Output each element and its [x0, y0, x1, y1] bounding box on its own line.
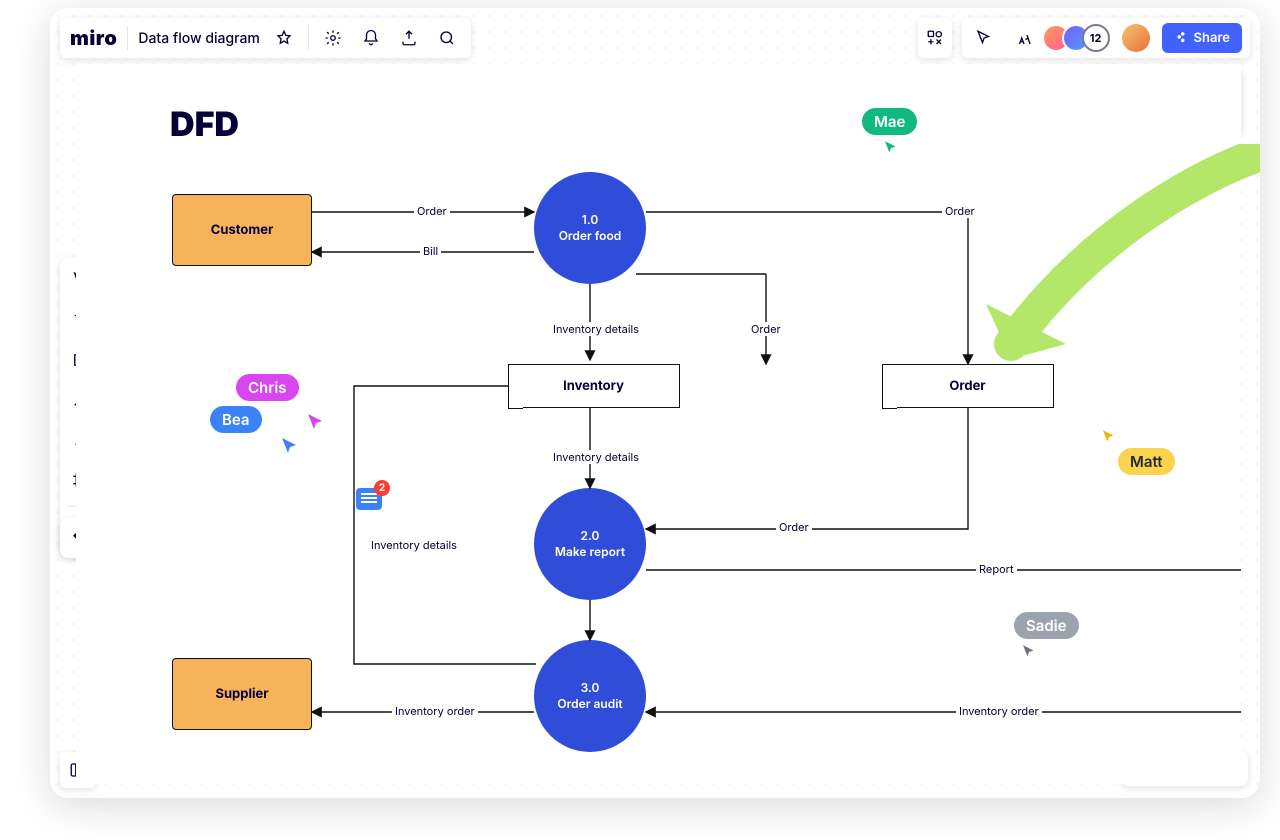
flow-label: Order: [748, 322, 784, 336]
entity-customer[interactable]: Customer: [172, 194, 312, 266]
flow-label: Inventory details: [550, 322, 642, 336]
flow-label: Order: [942, 204, 978, 218]
flow-label: Report: [976, 562, 1017, 576]
bell-icon[interactable]: [357, 24, 385, 52]
logo: miro: [70, 26, 117, 50]
top-bar: miro Data flow diagram: [60, 18, 471, 58]
cursor-tool-icon[interactable]: [970, 24, 998, 52]
star-icon[interactable]: [270, 24, 298, 52]
process-num: 1.0: [582, 212, 598, 228]
cursor-icon: [280, 436, 298, 454]
flow-label: Order: [414, 204, 450, 218]
settings-icon[interactable]: [319, 24, 347, 52]
entity-supplier[interactable]: Supplier: [172, 658, 312, 730]
process-name: Order food: [559, 228, 622, 244]
presence-panel: 12 Share: [962, 18, 1250, 58]
diagram-title: DFD: [170, 104, 239, 145]
cursor-matt: Matt: [1118, 428, 1175, 475]
search-icon[interactable]: [433, 24, 461, 52]
cursor-icon: [306, 412, 324, 430]
top-right: 12 Share: [918, 18, 1250, 58]
divider: [308, 26, 309, 50]
cursor-bea: Bea: [210, 406, 262, 433]
store-order[interactable]: Order: [882, 364, 1054, 408]
cursor-chris: Chris: [236, 374, 299, 401]
process-2[interactable]: 2.0 Make report: [534, 488, 646, 600]
cursor-sadie: Sadie: [1014, 612, 1079, 661]
board-name[interactable]: Data flow diagram: [138, 30, 260, 47]
flow-label: Bill: [420, 244, 441, 258]
apps-button[interactable]: [918, 18, 952, 58]
avatar-group[interactable]: 12: [1050, 24, 1110, 52]
comment-pin[interactable]: 2: [356, 488, 382, 510]
process-1[interactable]: 1.0 Order food: [534, 172, 646, 284]
process-num: 3.0: [581, 680, 600, 696]
reactions-icon[interactable]: [1010, 24, 1038, 52]
canvas[interactable]: DFD Customer Supplier 1.0 Order food 2.0…: [76, 64, 1241, 784]
flow-label: Inventory order: [392, 704, 478, 718]
flow-label: Inventory details: [368, 538, 460, 552]
export-icon[interactable]: [395, 24, 423, 52]
process-name: Order audit: [557, 696, 622, 712]
flow-label: Inventory details: [550, 450, 642, 464]
share-button[interactable]: Share: [1162, 23, 1242, 53]
process-3[interactable]: 3.0 Order audit: [534, 640, 646, 752]
freehand-arrow: [971, 144, 1260, 374]
process-num: 2.0: [581, 528, 600, 544]
avatar-me[interactable]: [1122, 24, 1150, 52]
flow-label: Order: [776, 520, 812, 534]
process-name: Make report: [555, 544, 625, 560]
divider: [127, 26, 128, 50]
share-label: Share: [1194, 30, 1230, 46]
comment-count: 2: [374, 480, 390, 496]
cursor-mae: Mae: [862, 108, 917, 157]
store-inventory[interactable]: Inventory: [508, 364, 680, 408]
participant-count: 12: [1082, 24, 1110, 52]
flow-label: Inventory order: [956, 704, 1042, 718]
